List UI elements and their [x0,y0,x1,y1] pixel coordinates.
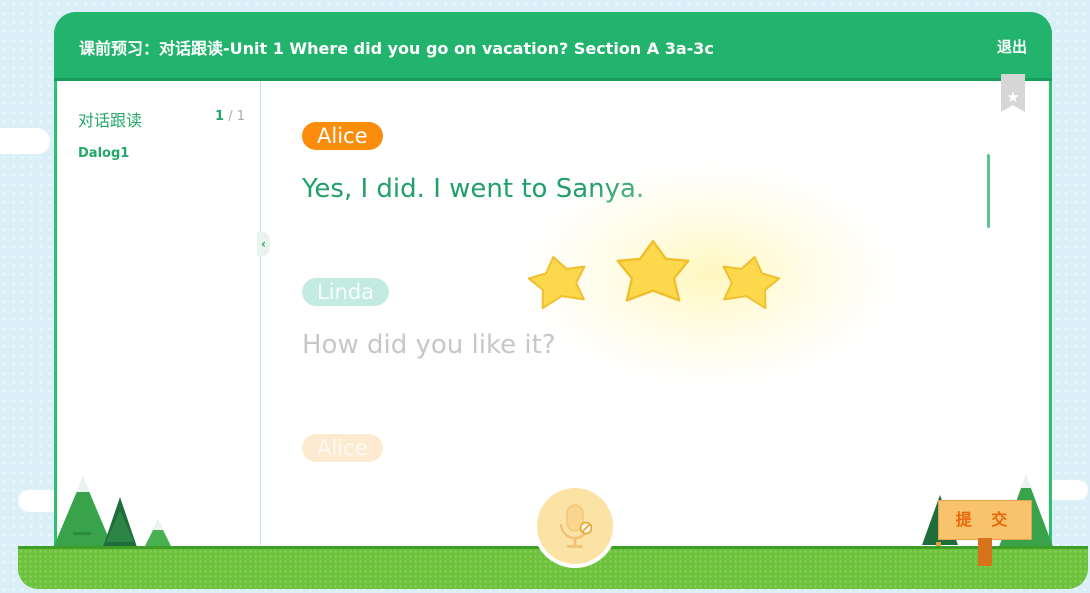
star-rating [527,239,781,310]
exit-button[interactable]: 退出 [997,36,1027,57]
star-icon [616,239,690,302]
section-title: 对话跟读 [78,111,143,130]
star-bookmark-icon: ★ [1006,88,1020,106]
page-indicator: 1 / 1 [215,109,245,124]
microphone-icon [559,504,591,548]
speaker-badge: Linda [302,278,390,306]
page-total: 1 [236,109,245,124]
speaker-badge: Alice [302,122,383,150]
star-icon [722,256,781,310]
record-button[interactable] [533,484,617,568]
sidebar-item-dialog1[interactable]: Dalog1 [78,146,129,161]
speaker-badge: Alice [302,434,383,462]
page-separator: / [228,109,233,124]
prohibited-icon [579,521,593,535]
chevron-left-icon: ‹ [261,237,266,251]
dialog-text: How did you like it? [302,330,556,360]
scrollbar[interactable] [987,154,990,228]
page-current: 1 [215,109,225,124]
submit-sign-post [978,538,992,566]
header-bar: 课前预习：对话跟读-Unit 1 Where did you go on vac… [54,12,1052,81]
collapse-sidebar-button[interactable]: ‹ [257,232,270,256]
lesson-title: 课前预习：对话跟读-Unit 1 Where did you go on vac… [79,39,714,58]
bookmark-button[interactable]: ★ [1001,74,1025,112]
record-button-inner [537,488,613,564]
submit-button[interactable]: 提 交 [938,500,1032,540]
star-icon [527,256,586,310]
cloud-left [0,128,50,154]
